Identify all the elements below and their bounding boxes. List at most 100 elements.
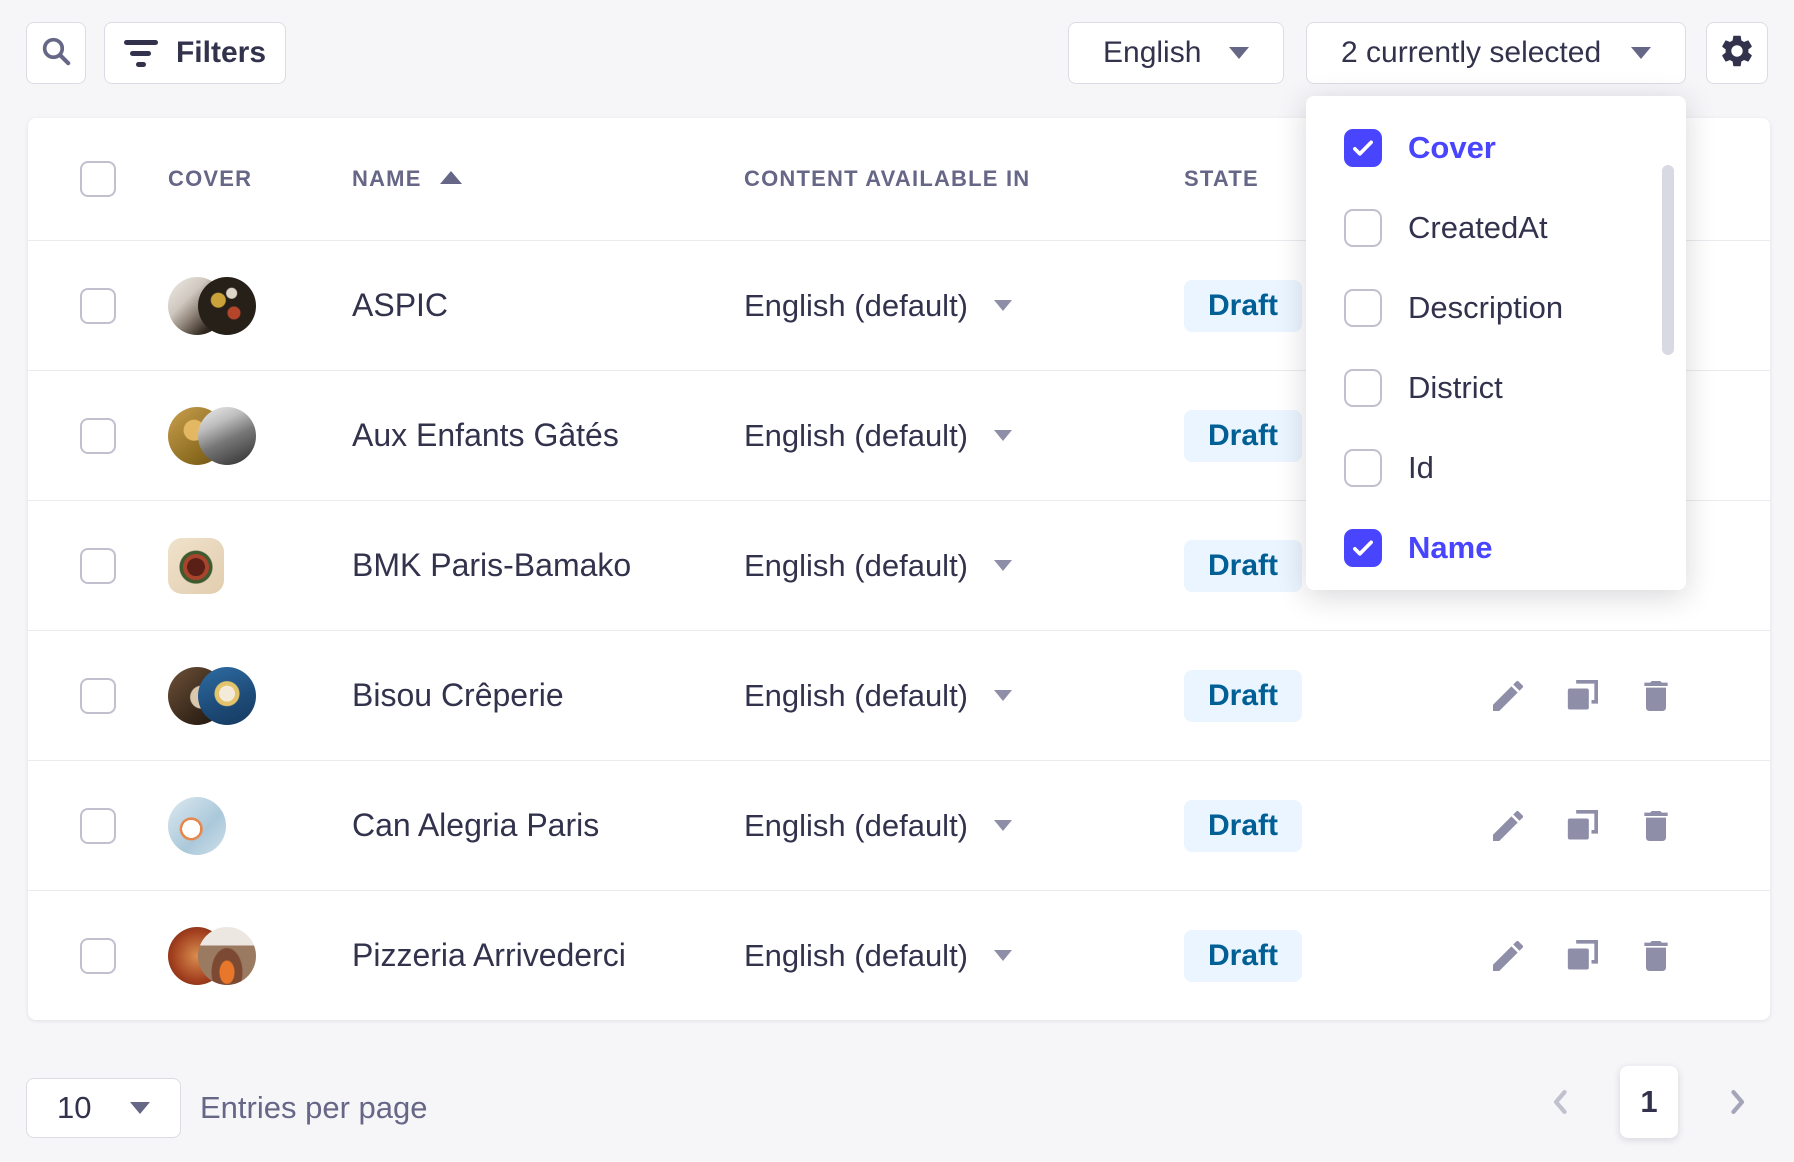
edit-icon[interactable] <box>1488 806 1528 846</box>
edit-icon[interactable] <box>1488 676 1528 716</box>
checkbox[interactable] <box>1344 369 1382 407</box>
status-badge: Draft <box>1184 800 1302 852</box>
filters-button-label: Filters <box>176 36 266 70</box>
dropdown-item-label: Name <box>1408 530 1492 566</box>
status-badge: Draft <box>1184 280 1302 332</box>
dropdown-item-cover[interactable]: Cover <box>1306 108 1686 188</box>
column-visibility-value: 2 currently selected <box>1341 36 1601 70</box>
dropdown-scrollbar[interactable] <box>1662 165 1674 355</box>
cover-images <box>140 277 326 335</box>
page-number-button[interactable]: 1 <box>1620 1066 1678 1138</box>
dropdown-item-label: Cover <box>1408 130 1496 166</box>
status-badge: Draft <box>1184 670 1302 722</box>
dropdown-item-label: Id <box>1408 450 1434 486</box>
dropdown-item-name[interactable]: Name <box>1306 508 1686 588</box>
checkbox[interactable] <box>1344 529 1382 567</box>
select-all-checkbox[interactable] <box>80 161 116 197</box>
entry-name: Pizzeria Arrivederci <box>352 937 626 974</box>
column-header-name[interactable]: NAME <box>352 166 422 192</box>
cover-avatar <box>168 797 226 855</box>
cover-avatar <box>198 277 256 335</box>
row-checkbox[interactable] <box>80 678 116 714</box>
column-visibility-dropdown: Cover CreatedAt Description District Id … <box>1306 96 1686 590</box>
checkmark-icon <box>1350 535 1376 561</box>
cover-images <box>140 538 326 594</box>
status-badge: Draft <box>1184 540 1302 592</box>
entry-name: BMK Paris-Bamako <box>352 547 631 584</box>
cover-avatar <box>198 667 256 725</box>
chevron-down-icon <box>994 300 1012 311</box>
locale-cell[interactable]: English (default) <box>718 288 1158 324</box>
edit-icon[interactable] <box>1488 936 1528 976</box>
chevron-down-icon <box>1631 47 1651 59</box>
settings-button[interactable] <box>1706 22 1768 84</box>
dropdown-item-label: District <box>1408 370 1503 406</box>
chevron-down-icon <box>994 950 1012 961</box>
chevron-down-icon <box>994 690 1012 701</box>
locale-select[interactable]: English <box>1068 22 1284 84</box>
checkbox[interactable] <box>1344 209 1382 247</box>
table-row: Bisou Crêperie English (default) Draft <box>28 630 1770 760</box>
sort-ascending-icon[interactable] <box>440 171 462 184</box>
page-size-select[interactable]: 10 <box>26 1078 181 1138</box>
table-row: Can Alegria Paris English (default) Draf… <box>28 760 1770 890</box>
row-checkbox[interactable] <box>80 288 116 324</box>
chevron-down-icon <box>994 430 1012 441</box>
duplicate-icon[interactable] <box>1562 806 1602 846</box>
content-manager-page: Filters English 2 currently selected COV… <box>0 0 1794 1162</box>
cover-avatar <box>168 538 224 594</box>
column-header-state: STATE <box>1184 166 1259 192</box>
chevron-down-icon <box>994 560 1012 571</box>
locale-cell[interactable]: English (default) <box>718 418 1158 454</box>
chevron-down-icon <box>130 1102 150 1114</box>
column-visibility-select[interactable]: 2 currently selected <box>1306 22 1686 84</box>
search-button[interactable] <box>26 22 86 84</box>
locale-cell[interactable]: English (default) <box>718 808 1158 844</box>
entries-per-page-label: Entries per page <box>200 1078 427 1138</box>
column-header-content-available-in: CONTENT AVAILABLE IN <box>744 166 1030 192</box>
row-checkbox[interactable] <box>80 808 116 844</box>
table-row: Pizzeria Arrivederci English (default) D… <box>28 890 1770 1020</box>
chevron-down-icon <box>1229 47 1249 59</box>
cover-images <box>140 927 326 985</box>
page-size-value: 10 <box>57 1090 91 1126</box>
status-badge: Draft <box>1184 930 1302 982</box>
entry-name: Aux Enfants Gâtés <box>352 417 619 454</box>
cover-images <box>140 667 326 725</box>
dropdown-item-id[interactable]: Id <box>1306 428 1686 508</box>
chevron-down-icon <box>994 820 1012 831</box>
locale-cell[interactable]: English (default) <box>718 548 1158 584</box>
filter-icon <box>124 40 158 67</box>
cover-avatar <box>198 927 256 985</box>
column-header-cover: COVER <box>168 166 252 192</box>
delete-icon[interactable] <box>1636 806 1676 846</box>
row-checkbox[interactable] <box>80 418 116 454</box>
dropdown-item-label: Description <box>1408 290 1563 326</box>
dropdown-item-createdat[interactable]: CreatedAt <box>1306 188 1686 268</box>
cover-avatar <box>198 407 256 465</box>
next-page-icon[interactable] <box>1720 1085 1754 1119</box>
entry-name: ASPIC <box>352 287 448 324</box>
checkmark-icon <box>1350 135 1376 161</box>
dropdown-item-description[interactable]: Description <box>1306 268 1686 348</box>
locale-select-value: English <box>1103 36 1201 70</box>
entry-name: Bisou Crêperie <box>352 677 564 714</box>
status-badge: Draft <box>1184 410 1302 462</box>
cover-images <box>140 797 326 855</box>
dropdown-item-district[interactable]: District <box>1306 348 1686 428</box>
previous-page-icon[interactable] <box>1544 1085 1578 1119</box>
search-icon <box>39 34 73 73</box>
delete-icon[interactable] <box>1636 936 1676 976</box>
delete-icon[interactable] <box>1636 676 1676 716</box>
checkbox[interactable] <box>1344 129 1382 167</box>
duplicate-icon[interactable] <box>1562 936 1602 976</box>
row-checkbox[interactable] <box>80 938 116 974</box>
locale-cell[interactable]: English (default) <box>718 678 1158 714</box>
duplicate-icon[interactable] <box>1562 676 1602 716</box>
checkbox[interactable] <box>1344 449 1382 487</box>
filters-button[interactable]: Filters <box>104 22 286 84</box>
locale-cell[interactable]: English (default) <box>718 938 1158 974</box>
checkbox[interactable] <box>1344 289 1382 327</box>
gear-icon <box>1718 32 1756 75</box>
row-checkbox[interactable] <box>80 548 116 584</box>
